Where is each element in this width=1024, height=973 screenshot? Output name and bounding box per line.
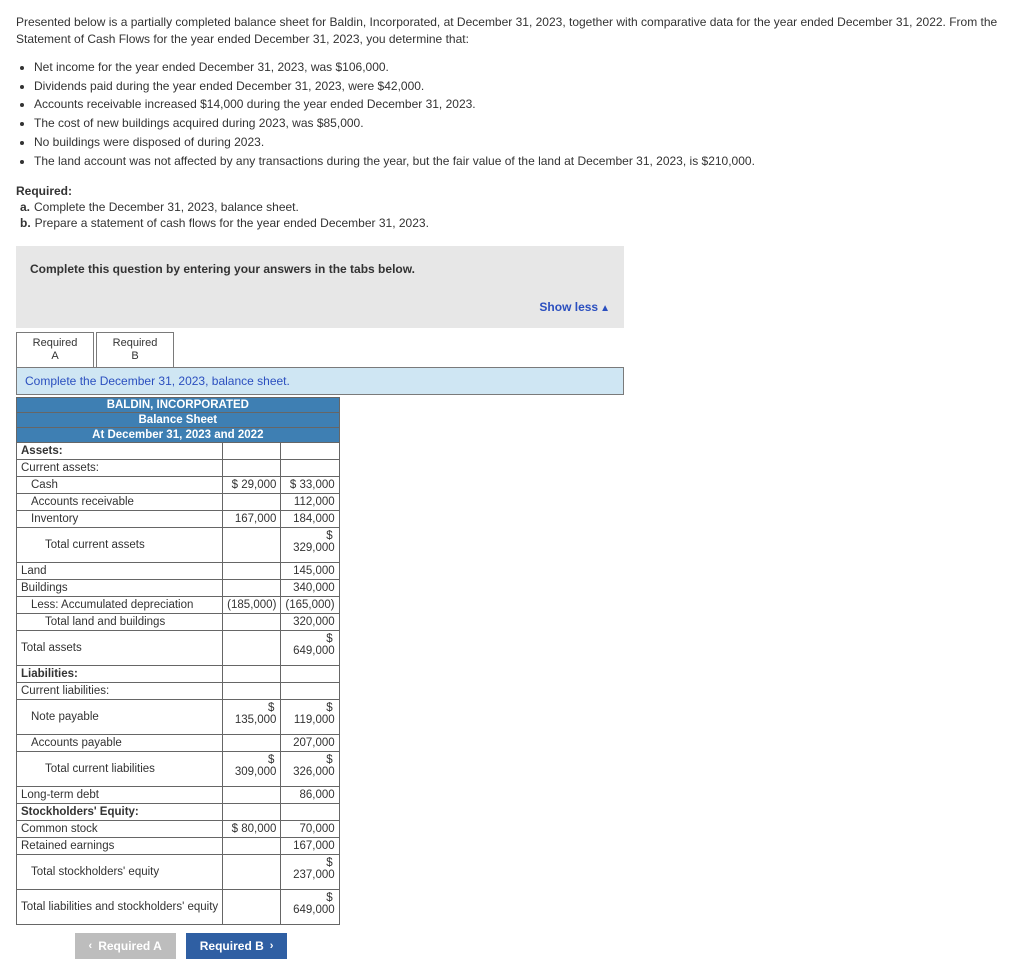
dep-2022: (165,000) bbox=[281, 596, 339, 613]
tcl-2023-input[interactable]: $309,000 bbox=[223, 751, 281, 786]
row-tca-label: Total current assets bbox=[17, 527, 223, 562]
ltd-2023-input[interactable] bbox=[223, 786, 281, 803]
tca-2023-input[interactable] bbox=[223, 527, 281, 562]
answer-prompt-box: Complete this question by entering your … bbox=[16, 246, 624, 328]
prev-required-a-button: ‹ Required A bbox=[75, 933, 176, 959]
row-cs-label: Common stock bbox=[17, 820, 223, 837]
fact-item: Accounts receivable increased $14,000 du… bbox=[34, 96, 1008, 113]
chevron-right-icon: › bbox=[270, 940, 274, 952]
ap-2023-input[interactable] bbox=[223, 734, 281, 751]
cs-2023-input[interactable]: $ 80,000 bbox=[223, 820, 281, 837]
ar-2023-input[interactable] bbox=[223, 493, 281, 510]
row-buildings-label: Buildings bbox=[17, 579, 223, 596]
sheet-title-company: BALDIN, INCORPORATED bbox=[17, 397, 340, 412]
row-cash-label: Cash bbox=[17, 476, 223, 493]
balance-sheet-table: BALDIN, INCORPORATED Balance Sheet At De… bbox=[16, 397, 340, 925]
row-land-label: Land bbox=[17, 562, 223, 579]
ar-2022: 112,000 bbox=[281, 493, 339, 510]
row-ltd-label: Long-term debt bbox=[17, 786, 223, 803]
tab-instruction: Complete the December 31, 2023, balance … bbox=[16, 367, 624, 395]
ap-2022: 207,000 bbox=[281, 734, 339, 751]
row-ap-label: Accounts payable bbox=[17, 734, 223, 751]
tab-required-a[interactable]: RequiredA bbox=[16, 332, 94, 367]
required-item-a: a.Complete the December 31, 2023, balanc… bbox=[20, 200, 1008, 214]
required-item-b: b.Prepare a statement of cash flows for … bbox=[20, 216, 1008, 230]
row-inventory-label: Inventory bbox=[17, 510, 223, 527]
show-less-toggle[interactable]: Show less▲ bbox=[30, 300, 610, 314]
ta-2022: $649,000 bbox=[281, 630, 339, 665]
sheet-title-statement: Balance Sheet bbox=[17, 412, 340, 427]
ltd-2022: 86,000 bbox=[281, 786, 339, 803]
answer-prompt: Complete this question by entering your … bbox=[30, 262, 610, 276]
next-required-b-button[interactable]: Required B › bbox=[186, 933, 288, 959]
row-tcl-label: Total current liabilities bbox=[17, 751, 223, 786]
inventory-2022: 184,000 bbox=[281, 510, 339, 527]
row-se-heading: Stockholders' Equity: bbox=[17, 803, 223, 820]
tca-2022: $329,000 bbox=[281, 527, 339, 562]
sheet-title-period: At December 31, 2023 and 2022 bbox=[17, 427, 340, 442]
triangle-up-icon: ▲ bbox=[600, 303, 610, 314]
row-tlse-label: Total liabilities and stockholders' equi… bbox=[17, 889, 223, 924]
row-liabilities-heading: Liabilities: bbox=[17, 665, 223, 682]
required-list: a.Complete the December 31, 2023, balanc… bbox=[16, 200, 1008, 230]
tcl-2022: $326,000 bbox=[281, 751, 339, 786]
cash-2023-input[interactable]: $ 29,000 bbox=[223, 476, 281, 493]
inventory-2023-input[interactable]: 167,000 bbox=[223, 510, 281, 527]
tab-bar: RequiredA RequiredB bbox=[16, 332, 624, 367]
required-heading: Required: bbox=[16, 184, 1008, 198]
tlse-2022: $649,000 bbox=[281, 889, 339, 924]
fact-item: Net income for the year ended December 3… bbox=[34, 59, 1008, 76]
tse-2023-input[interactable] bbox=[223, 854, 281, 889]
cash-2022: $ 33,000 bbox=[281, 476, 339, 493]
dep-2023-input[interactable]: (185,000) bbox=[223, 596, 281, 613]
fact-item: No buildings were disposed of during 202… bbox=[34, 134, 1008, 151]
ta-2023-input[interactable] bbox=[223, 630, 281, 665]
row-current-assets-heading: Current assets: bbox=[17, 459, 223, 476]
np-2022: $119,000 bbox=[281, 699, 339, 734]
row-ar-label: Accounts receivable bbox=[17, 493, 223, 510]
facts-list: Net income for the year ended December 3… bbox=[16, 59, 1008, 170]
row-assets-heading: Assets: bbox=[17, 442, 223, 459]
tab-required-b[interactable]: RequiredB bbox=[96, 332, 174, 367]
fact-item: The land account was not affected by any… bbox=[34, 153, 1008, 170]
re-2022: 167,000 bbox=[281, 837, 339, 854]
buildings-2022: 340,000 bbox=[281, 579, 339, 596]
row-current-liabilities-heading: Current liabilities: bbox=[17, 682, 223, 699]
row-ta-label: Total assets bbox=[17, 630, 223, 665]
land-2023-input[interactable] bbox=[223, 562, 281, 579]
row-np-label: Note payable bbox=[17, 699, 223, 734]
tlb-2022: 320,000 bbox=[281, 613, 339, 630]
land-2022: 145,000 bbox=[281, 562, 339, 579]
tse-2022: $237,000 bbox=[281, 854, 339, 889]
buildings-2023-input[interactable] bbox=[223, 579, 281, 596]
nav-buttons: ‹ Required A Required B › bbox=[16, 933, 346, 959]
fact-item: The cost of new buildings acquired durin… bbox=[34, 115, 1008, 132]
cs-2022: 70,000 bbox=[281, 820, 339, 837]
row-tse-label: Total stockholders' equity bbox=[17, 854, 223, 889]
row-re-label: Retained earnings bbox=[17, 837, 223, 854]
row-tlb-label: Total land and buildings bbox=[17, 613, 223, 630]
chevron-left-icon: ‹ bbox=[89, 940, 93, 952]
re-2023-input[interactable] bbox=[223, 837, 281, 854]
tlse-2023-input[interactable] bbox=[223, 889, 281, 924]
np-2023-input[interactable]: $135,000 bbox=[223, 699, 281, 734]
row-dep-label: Less: Accumulated depreciation bbox=[17, 596, 223, 613]
tlb-2023-input[interactable] bbox=[223, 613, 281, 630]
fact-item: Dividends paid during the year ended Dec… bbox=[34, 78, 1008, 95]
intro-text: Presented below is a partially completed… bbox=[16, 14, 1008, 49]
